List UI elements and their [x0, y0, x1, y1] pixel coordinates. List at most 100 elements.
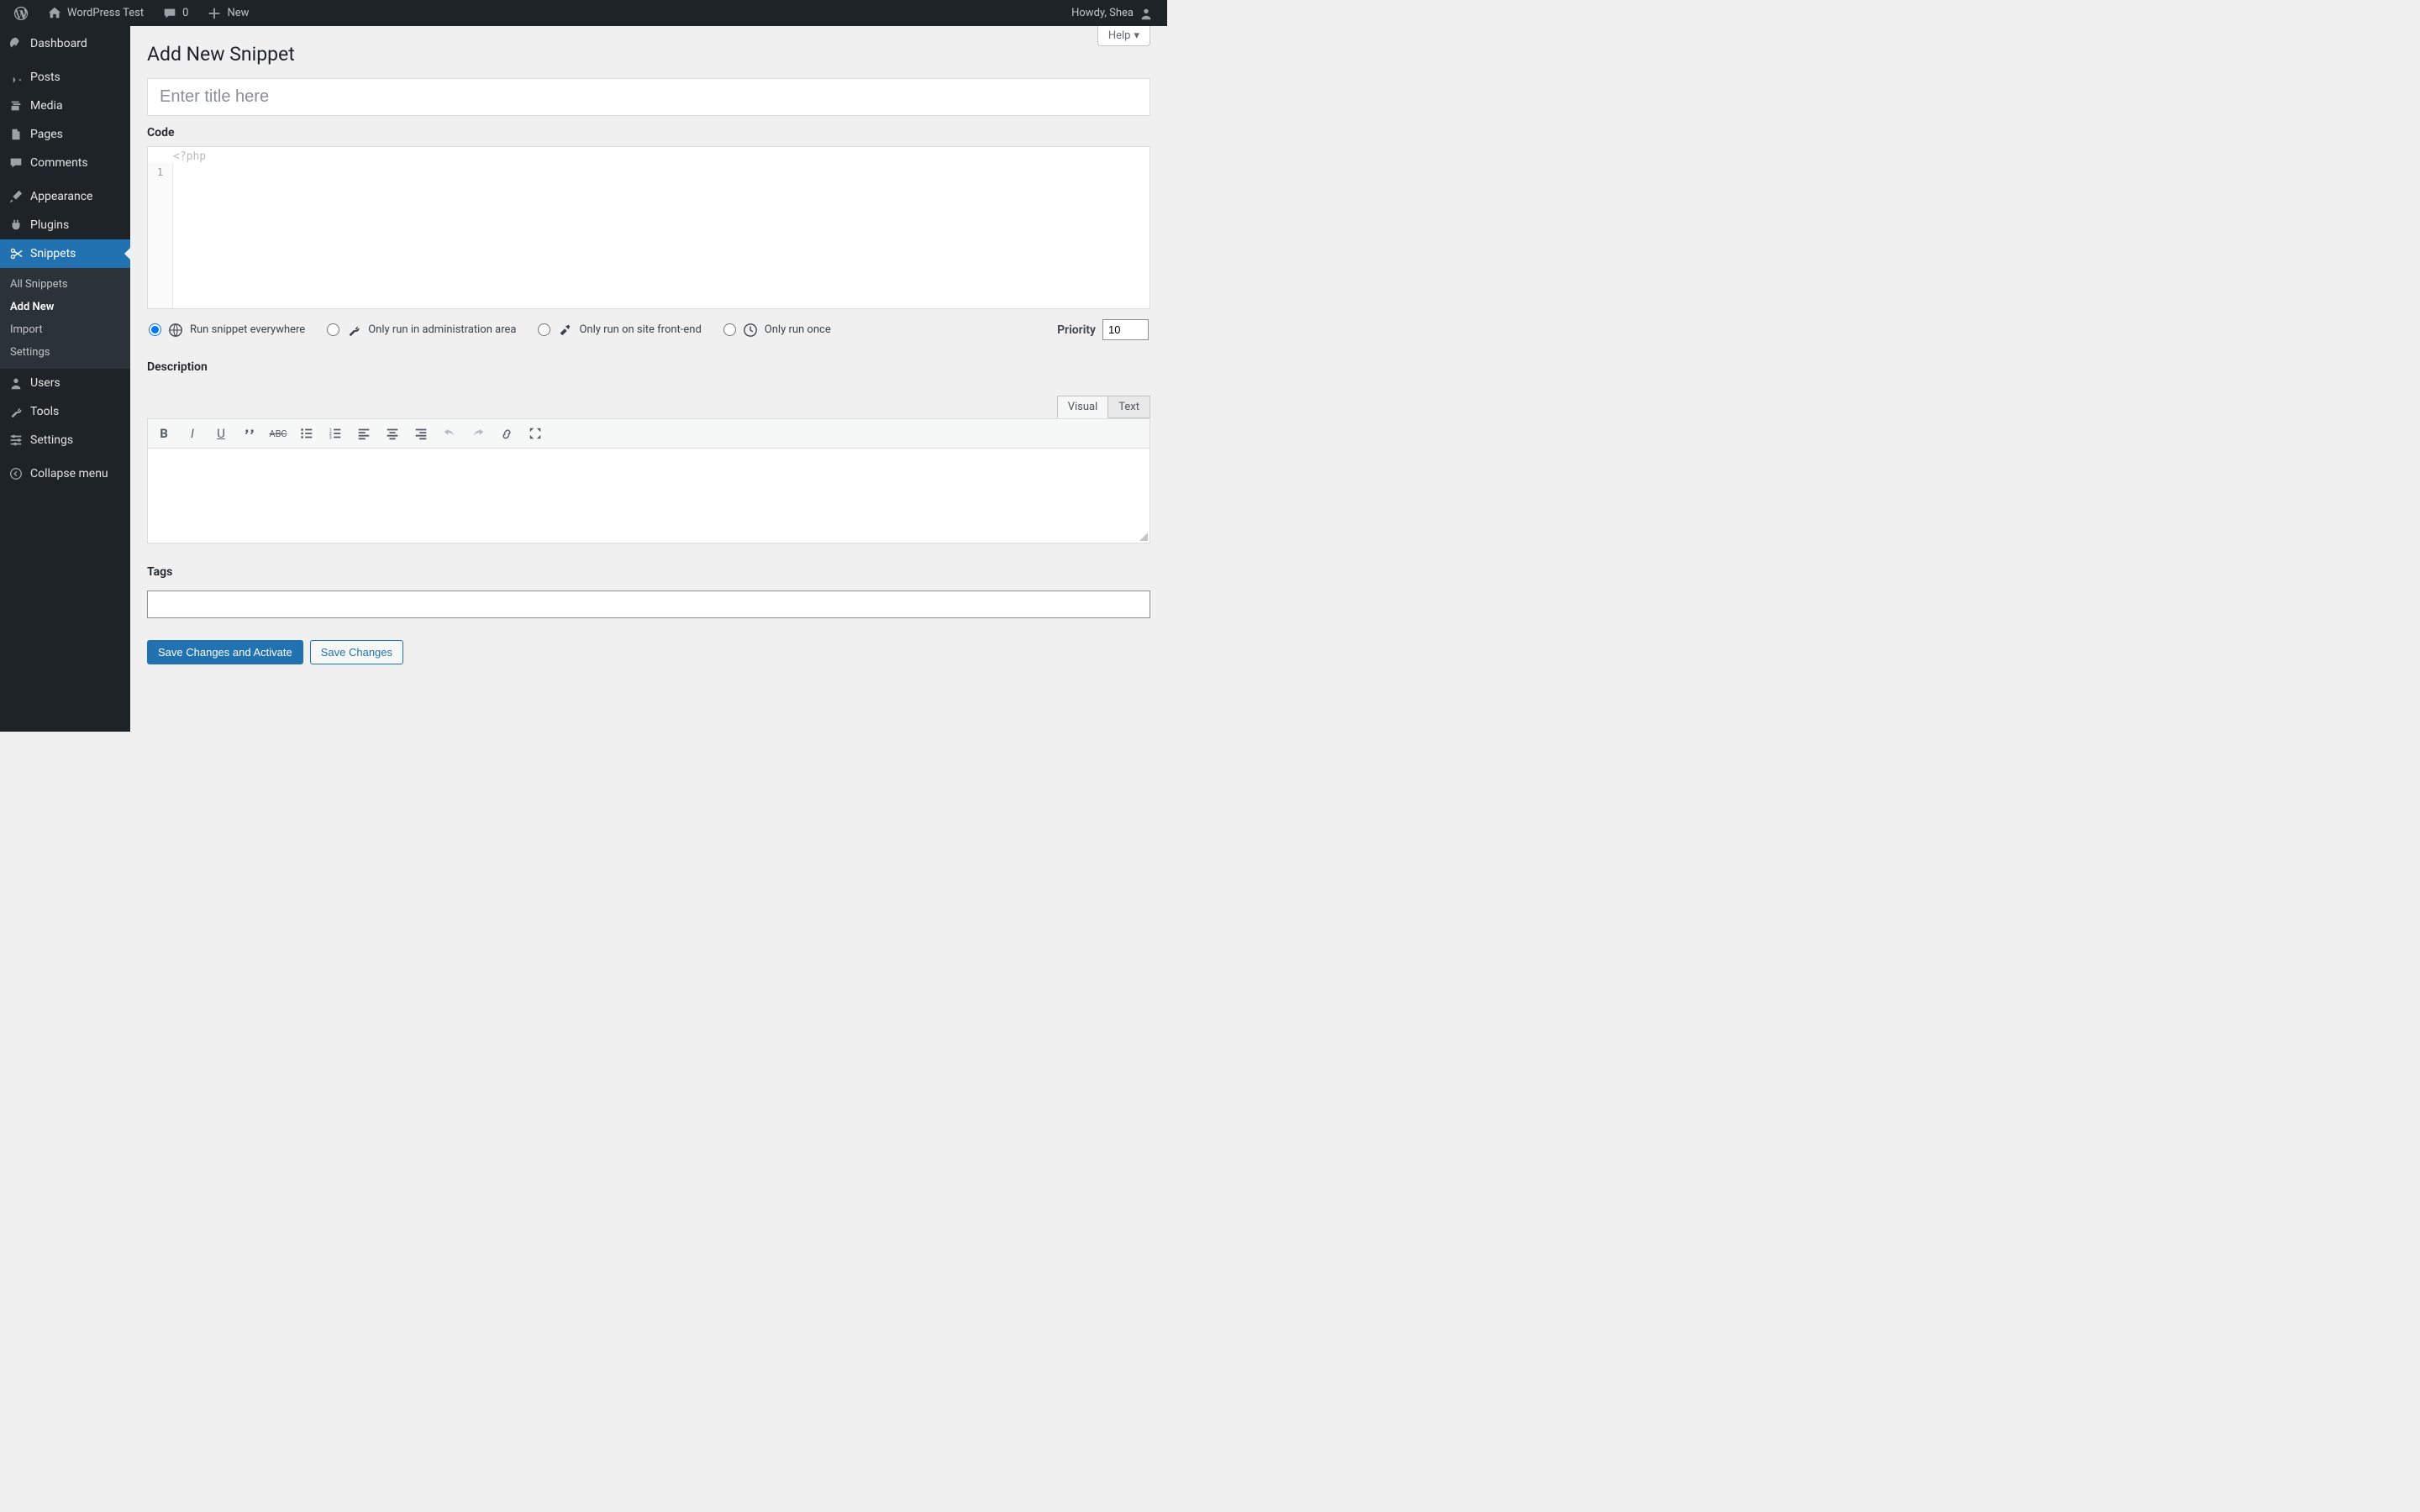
code-heading: Code — [147, 126, 1150, 139]
menu-label: Settings — [30, 433, 73, 447]
scope-everywhere[interactable]: Run snippet everywhere — [149, 323, 305, 338]
new-content-link[interactable]: New — [200, 0, 255, 26]
tags-heading: Tags — [147, 565, 1150, 579]
description-body[interactable] — [148, 449, 1150, 543]
wrench-icon — [346, 323, 361, 338]
number-list-icon: 123 — [328, 426, 343, 441]
users-icon — [8, 375, 24, 391]
redo-button[interactable] — [467, 423, 489, 444]
admin-sidebar: Dashboard Posts Media Pages Comments App… — [0, 26, 130, 732]
new-label: New — [227, 7, 249, 19]
scope-admin[interactable]: Only run in administration area — [327, 323, 516, 338]
scope-label: Run snippet everywhere — [190, 323, 305, 336]
wp-logo[interactable] — [7, 0, 35, 26]
collapse-icon — [8, 466, 24, 481]
scope-everywhere-radio[interactable] — [149, 323, 161, 336]
number-list-button[interactable]: 123 — [324, 423, 346, 444]
editor-tabs: Visual Text — [147, 396, 1150, 418]
scope-row: Run snippet everywhere Only run in admin… — [147, 309, 1150, 350]
menu-appearance[interactable]: Appearance — [0, 182, 130, 211]
code-area[interactable] — [173, 163, 1150, 308]
media-icon — [8, 98, 24, 113]
submenu-import[interactable]: Import — [0, 318, 130, 341]
align-right-button[interactable] — [410, 423, 432, 444]
line-gutter: 1 — [148, 163, 173, 308]
menu-dashboard[interactable]: Dashboard — [0, 29, 130, 58]
menu-settings[interactable]: Settings — [0, 426, 130, 454]
bullet-list-icon — [299, 426, 314, 441]
align-center-button[interactable] — [381, 423, 403, 444]
help-tab[interactable]: Help ▾ — [1097, 26, 1150, 46]
blockquote-button[interactable] — [239, 423, 260, 444]
submenu-add-new[interactable]: Add New — [0, 296, 130, 318]
link-button[interactable] — [496, 423, 518, 444]
menu-label: Pages — [30, 128, 63, 141]
menu-label: Plugins — [30, 218, 69, 232]
undo-button[interactable] — [439, 423, 460, 444]
tab-text[interactable]: Text — [1108, 396, 1150, 418]
clock-icon — [743, 323, 758, 338]
align-center-icon — [385, 426, 400, 441]
plugin-icon — [8, 218, 24, 233]
bold-button[interactable]: B — [153, 423, 175, 444]
quote-icon — [242, 426, 257, 441]
snippet-title-input[interactable] — [147, 78, 1150, 116]
scope-label: Only run once — [765, 323, 831, 336]
tab-visual[interactable]: Visual — [1057, 396, 1109, 418]
scope-frontend-radio[interactable] — [538, 323, 550, 336]
collapse-menu[interactable]: Collapse menu — [0, 459, 130, 488]
plus-icon — [207, 6, 222, 21]
priority-input[interactable] — [1102, 319, 1149, 340]
menu-snippets[interactable]: Snippets — [0, 239, 130, 268]
fullscreen-icon — [528, 426, 543, 441]
italic-button[interactable]: I — [182, 423, 203, 444]
save-activate-button[interactable]: Save Changes and Activate — [147, 640, 303, 664]
scope-admin-radio[interactable] — [327, 323, 339, 336]
hammer-icon — [557, 323, 572, 338]
submenu-all-snippets[interactable]: All Snippets — [0, 273, 130, 296]
scope-label: Only run in administration area — [368, 323, 516, 336]
brush-icon — [8, 189, 24, 204]
menu-label: Appearance — [30, 190, 92, 203]
submenu-settings[interactable]: Settings — [0, 341, 130, 364]
underline-button[interactable]: U — [210, 423, 232, 444]
tags-input[interactable] — [147, 591, 1150, 618]
menu-posts[interactable]: Posts — [0, 63, 130, 92]
howdy-text: Howdy, Shea — [1071, 7, 1134, 19]
editor-toolbar: B I U ABC 123 — [148, 419, 1150, 449]
bullet-list-button[interactable] — [296, 423, 318, 444]
menu-label: Tools — [30, 405, 59, 418]
comments-link[interactable]: 0 — [155, 0, 195, 26]
menu-pages[interactable]: Pages — [0, 120, 130, 149]
strikethrough-button[interactable]: ABC — [267, 423, 289, 444]
scope-once[interactable]: Only run once — [723, 323, 831, 338]
menu-users[interactable]: Users — [0, 369, 130, 397]
menu-tools[interactable]: Tools — [0, 397, 130, 426]
resize-handle[interactable] — [1138, 531, 1148, 541]
comment-icon — [162, 6, 177, 21]
save-button[interactable]: Save Changes — [310, 640, 403, 664]
my-account-link[interactable]: Howdy, Shea — [1065, 0, 1160, 26]
scope-frontend[interactable]: Only run on site front-end — [538, 323, 701, 338]
priority-label: Priority — [1057, 323, 1096, 337]
site-title: WordPress Test — [67, 7, 144, 19]
code-editor[interactable]: <?php 1 — [147, 146, 1150, 309]
collapse-label: Collapse menu — [30, 467, 108, 480]
comments-icon — [8, 155, 24, 171]
wrench-icon — [8, 404, 24, 419]
page-title: Add New Snippet — [147, 26, 1150, 78]
scope-once-radio[interactable] — [723, 323, 736, 336]
comments-count: 0 — [182, 7, 188, 19]
fullscreen-button[interactable] — [524, 423, 546, 444]
align-left-button[interactable] — [353, 423, 375, 444]
site-name-link[interactable]: WordPress Test — [40, 0, 150, 26]
menu-media[interactable]: Media — [0, 92, 130, 120]
menu-plugins[interactable]: Plugins — [0, 211, 130, 239]
menu-comments[interactable]: Comments — [0, 149, 130, 177]
menu-label: Snippets — [30, 247, 76, 260]
align-right-icon — [413, 426, 429, 441]
line-number: 1 — [157, 166, 163, 178]
scope-label: Only run on site front-end — [579, 323, 701, 336]
menu-label: Dashboard — [30, 37, 87, 50]
pages-icon — [8, 127, 24, 142]
